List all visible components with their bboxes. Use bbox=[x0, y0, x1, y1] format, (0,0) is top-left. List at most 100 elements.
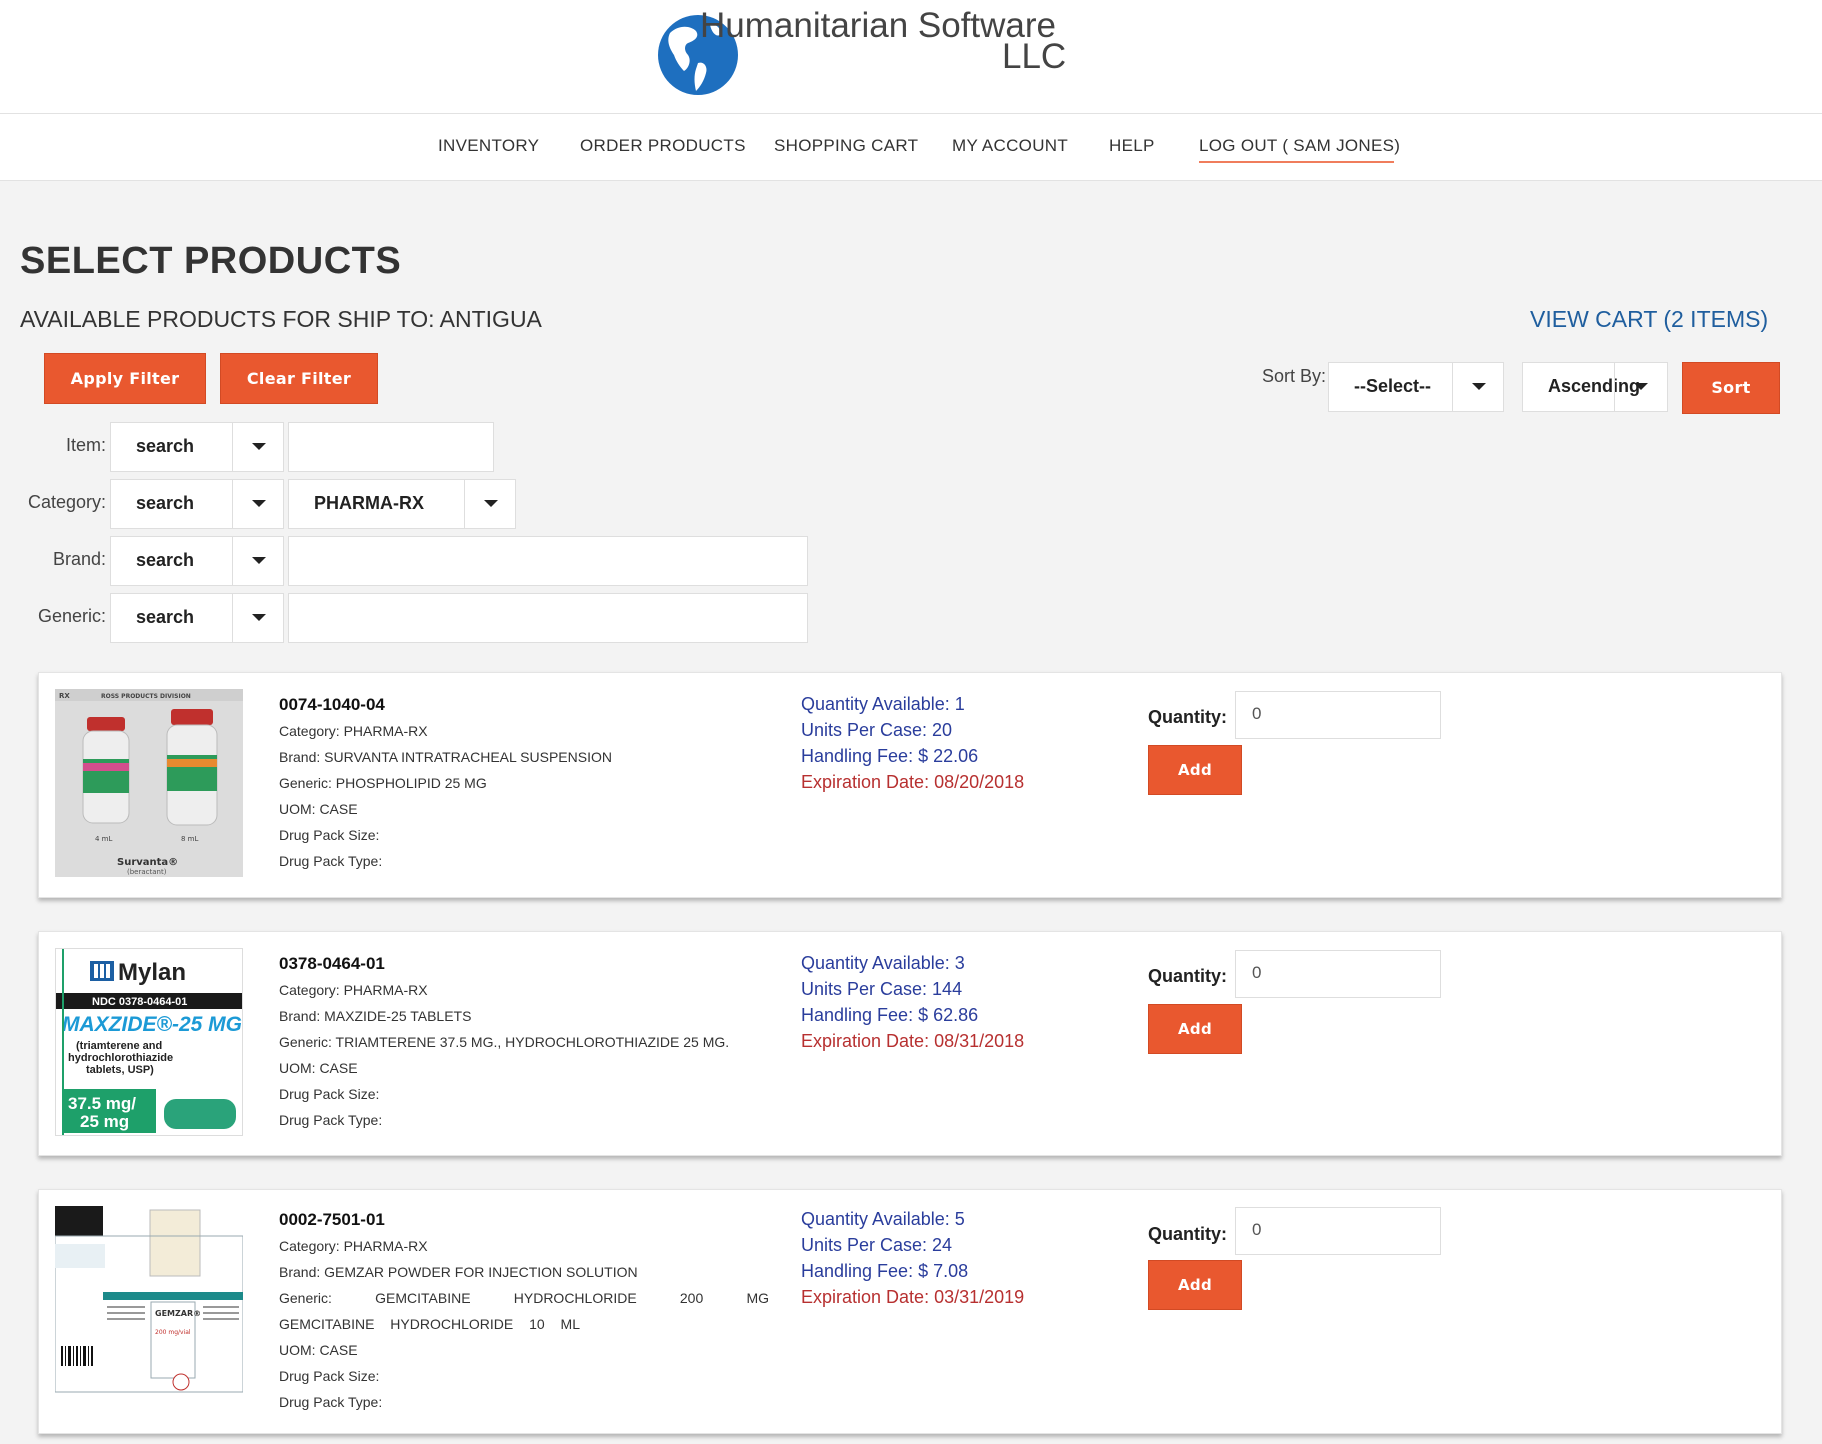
sort-button[interactable]: Sort bbox=[1682, 362, 1780, 414]
maxzide-package-image: Mylan NDC 0378-0464-01 MAXZIDE®-25 MG (t… bbox=[56, 949, 242, 1135]
quantity-input[interactable]: 0 bbox=[1235, 1207, 1441, 1255]
category-filter-mode: search bbox=[136, 493, 195, 513]
svg-text:hydrochlorothiazide: hydrochlorothiazide bbox=[68, 1052, 173, 1064]
image-ndc: NDC 0378-0464-01 bbox=[92, 996, 187, 1008]
product-uom: UOM: CASE bbox=[279, 1060, 358, 1076]
product-image: Mylan NDC 0378-0464-01 MAXZIDE®-25 MG (t… bbox=[55, 948, 243, 1136]
chevron-down-icon bbox=[232, 537, 283, 585]
item-filter-mode: search bbox=[136, 436, 195, 456]
item-filter-mode-select[interactable]: search bbox=[110, 422, 284, 472]
survanta-vials-image: RX ROSS PRODUCTS DIVISION 4 mL 8 mL Surv… bbox=[55, 689, 243, 877]
product-generic: Generic: PHOSPHOLIPID 25 MG bbox=[279, 775, 487, 791]
chevron-down-icon bbox=[232, 594, 283, 642]
image-dose2: 25 mg bbox=[80, 1112, 129, 1131]
apply-filter-button[interactable]: Apply Filter bbox=[44, 353, 206, 404]
image-vial2-size: 8 mL bbox=[181, 835, 198, 843]
quantity-input[interactable]: 0 bbox=[1235, 691, 1441, 739]
image-product-sub: (beractant) bbox=[127, 868, 167, 876]
gemzar-package-image: GEMZAR® 200 mg/vial bbox=[55, 1206, 243, 1394]
site-header: Humanitarian Software LLC bbox=[0, 0, 1822, 114]
units-per-case: Units Per Case: 144 bbox=[801, 979, 963, 999]
product-generic: Generic: GEMCITABINE HYDROCHLORIDE 200 M… bbox=[279, 1290, 769, 1332]
sort-direction-select[interactable]: Ascending bbox=[1522, 362, 1668, 412]
item-filter-label: Item: bbox=[65, 435, 106, 455]
generic-filter-mode-select[interactable]: search bbox=[110, 593, 284, 643]
product-brand: Brand: GEMZAR POWDER FOR INJECTION SOLUT… bbox=[279, 1264, 638, 1280]
handling-fee: Handling Fee: $ 22.06 bbox=[801, 746, 979, 766]
product-uom: UOM: CASE bbox=[279, 801, 358, 817]
quantity-available: Quantity Available: 5 bbox=[801, 1209, 965, 1229]
sort-field-select[interactable]: --Select-- bbox=[1328, 362, 1504, 412]
nav-shopping-cart[interactable]: SHOPPING CART bbox=[774, 136, 918, 156]
product-pack-size: Drug Pack Size: bbox=[279, 1368, 380, 1384]
nav-order-products[interactable]: ORDER PRODUCTS bbox=[580, 136, 746, 156]
product-sku: 0074-1040-04 bbox=[279, 695, 385, 714]
nav-help[interactable]: HELP bbox=[1109, 136, 1155, 156]
handling-fee: Handling Fee: $ 7.08 bbox=[801, 1261, 969, 1281]
category-value-select[interactable]: PHARMA-RX bbox=[288, 479, 516, 529]
quantity-label: Quantity: bbox=[1148, 707, 1227, 727]
product-card: Mylan NDC 0378-0464-01 MAXZIDE®-25 MG (t… bbox=[38, 931, 1782, 1156]
quantity-label: Quantity: bbox=[1148, 966, 1227, 986]
ship-to-subtitle: AVAILABLE PRODUCTS FOR SHIP TO: ANTIGUA bbox=[20, 306, 542, 332]
quantity-input[interactable]: 0 bbox=[1235, 950, 1441, 998]
add-to-cart-button[interactable]: Add bbox=[1148, 1004, 1242, 1054]
expiration-date: Expiration Date: 03/31/2019 bbox=[801, 1287, 1025, 1307]
product-pack-size: Drug Pack Size: bbox=[279, 1086, 380, 1102]
product-category: Category: PHARMA-RX bbox=[279, 982, 428, 998]
product-pack-type: Drug Pack Type: bbox=[279, 853, 383, 869]
product-details: Category: PHARMA-RX Brand: MAXZIDE-25 TA… bbox=[279, 977, 769, 1133]
category-filter-label: Category: bbox=[27, 492, 106, 512]
chevron-down-icon bbox=[1452, 363, 1503, 411]
image-dose1: 37.5 mg/ bbox=[68, 1094, 136, 1113]
product-category: Category: PHARMA-RX bbox=[279, 723, 428, 739]
generic-filter-input[interactable] bbox=[288, 593, 808, 643]
brand-suffix: LLC bbox=[1002, 37, 1067, 76]
units-per-case: Units Per Case: 24 bbox=[801, 1235, 953, 1255]
product-stats: Quantity Available: 1 Units Per Case: 20… bbox=[801, 691, 1024, 795]
expiration-date: Expiration Date: 08/31/2018 bbox=[801, 1031, 1025, 1051]
product-image: GEMZAR® 200 mg/vial bbox=[55, 1206, 243, 1394]
main-nav: INVENTORY ORDER PRODUCTS SHOPPING CART M… bbox=[0, 114, 1822, 181]
svg-text:tablets, USP): tablets, USP) bbox=[86, 1064, 154, 1076]
handling-fee: Handling Fee: $ 62.86 bbox=[801, 1005, 979, 1025]
product-brand: Brand: SURVANTA INTRATRACHEAL SUSPENSION bbox=[279, 749, 612, 765]
brand-filter-mode-select[interactable]: search bbox=[110, 536, 284, 586]
sort-by-label: Sort By: bbox=[1262, 366, 1327, 386]
product-details: Category: PHARMA-RX Brand: SURVANTA INTR… bbox=[279, 718, 769, 874]
category-filter-mode-select[interactable]: search bbox=[110, 479, 284, 529]
product-pack-type: Drug Pack Type: bbox=[279, 1394, 383, 1410]
product-uom: UOM: CASE bbox=[279, 1342, 358, 1358]
clear-filter-button[interactable]: Clear Filter bbox=[220, 353, 378, 404]
quantity-available: Quantity Available: 3 bbox=[801, 953, 965, 973]
product-sku: 0378-0464-01 bbox=[279, 954, 385, 973]
page-title: SELECT PRODUCTS bbox=[20, 240, 402, 282]
brand-filter-mode: search bbox=[136, 550, 195, 570]
image-vial1-size: 4 mL bbox=[95, 835, 112, 843]
add-to-cart-button[interactable]: Add bbox=[1148, 1260, 1242, 1310]
add-to-cart-button[interactable]: Add bbox=[1148, 745, 1242, 795]
image-dose: 200 mg/vial bbox=[155, 1329, 191, 1336]
image-rx-label: RX bbox=[59, 692, 70, 700]
product-pack-size: Drug Pack Size: bbox=[279, 827, 380, 843]
chevron-down-icon bbox=[464, 480, 515, 528]
brand-filter-label: Brand: bbox=[52, 549, 106, 569]
product-details: Category: PHARMA-RX Brand: GEMZAR POWDER… bbox=[279, 1233, 769, 1415]
product-card: RX ROSS PRODUCTS DIVISION 4 mL 8 mL Surv… bbox=[38, 672, 1782, 898]
quantity-label: Quantity: bbox=[1148, 1224, 1227, 1244]
nav-logout[interactable]: LOG OUT ( SAM JONES) bbox=[1199, 136, 1400, 163]
sort-field-value: --Select-- bbox=[1354, 376, 1432, 396]
view-cart-link[interactable]: VIEW CART (2 ITEMS) bbox=[1530, 306, 1768, 333]
generic-filter-label: Generic: bbox=[37, 606, 106, 626]
product-image: RX ROSS PRODUCTS DIVISION 4 mL 8 mL Surv… bbox=[55, 689, 243, 877]
product-stats: Quantity Available: 3 Units Per Case: 14… bbox=[801, 950, 1024, 1054]
units-per-case: Units Per Case: 20 bbox=[801, 720, 953, 740]
brand-filter-input[interactable] bbox=[288, 536, 808, 586]
image-product-name: GEMZAR® bbox=[155, 1309, 201, 1318]
product-generic: Generic: TRIAMTERENE 37.5 MG., HYDROCHLO… bbox=[279, 1034, 730, 1050]
nav-my-account[interactable]: MY ACCOUNT bbox=[952, 136, 1068, 156]
product-pack-type: Drug Pack Type: bbox=[279, 1112, 383, 1128]
item-filter-input[interactable] bbox=[288, 422, 494, 472]
category-value: PHARMA-RX bbox=[314, 493, 424, 513]
nav-inventory[interactable]: INVENTORY bbox=[438, 136, 539, 156]
